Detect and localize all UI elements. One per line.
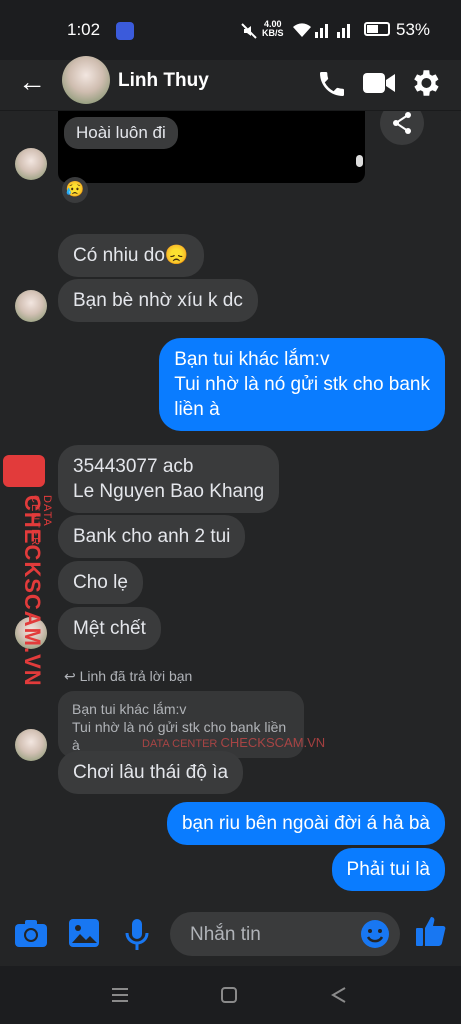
scroll-indicator: [356, 155, 363, 167]
avatar[interactable]: [15, 148, 47, 180]
phone-call-icon[interactable]: [316, 68, 348, 100]
clock: 1:02: [67, 20, 101, 39]
message-bubble[interactable]: Chơi lâu thái độ ìa: [58, 751, 244, 794]
reply-indicator: ↩ Linh đã trả lời bạn: [64, 668, 193, 684]
lock-icon: [3, 455, 45, 487]
message-bubble[interactable]: Cho lẹ: [58, 561, 143, 604]
battery-icon: [364, 22, 390, 36]
message-bubble[interactable]: Bạn tui khác lắm:v Tui nhờ là nó gửi stk…: [159, 338, 445, 431]
message-input[interactable]: Nhắn tin: [170, 912, 400, 956]
signal-icon: [315, 24, 350, 38]
message-bubble[interactable]: Hoài luôn đi: [64, 117, 178, 149]
avatar[interactable]: [15, 290, 47, 322]
composer-bar: Nhắn tin: [0, 900, 461, 966]
share-icon: [393, 112, 411, 134]
message-bubble[interactable]: bạn riu bên ngoài đời á hả bà: [166, 802, 445, 845]
back-arrow-icon[interactable]: ←: [18, 66, 46, 98]
system-nav-bar: [0, 966, 461, 1024]
battery-percent: 53%: [396, 20, 431, 39]
message-bubble[interactable]: 35443077 acb Le Nguyen Bao Khang: [58, 445, 280, 513]
message-bubble[interactable]: Có nhiu do😞: [58, 234, 204, 277]
thumbs-up-icon[interactable]: [414, 914, 448, 948]
reply-arrow-icon: ↩: [64, 668, 76, 684]
message-bubble[interactable]: Bạn bè nhờ xíu k dc: [58, 279, 258, 322]
message-list[interactable]: Hoài luôn đi 😥 Có nhiu do😞 Bạn bè nhờ xí…: [0, 111, 461, 900]
menu-icon[interactable]: [110, 986, 130, 1004]
emoji-icon[interactable]: [360, 919, 390, 949]
network-speed: 4.00 KB/S: [262, 19, 284, 38]
contact-name[interactable]: Linh Thuy: [118, 70, 209, 92]
contact-avatar[interactable]: [62, 56, 110, 104]
message-bubble[interactable]: Phải tui là: [331, 848, 445, 891]
camera-icon[interactable]: [14, 918, 48, 948]
home-icon[interactable]: [220, 986, 238, 1004]
chat-header: ← Linh Thuy: [0, 56, 461, 111]
screen-record-icon: [116, 22, 134, 40]
mute-icon: [241, 23, 257, 39]
settings-gear-icon[interactable]: [408, 66, 442, 100]
microphone-icon[interactable]: [124, 918, 150, 952]
message-bubble[interactable]: Bank cho anh 2 tui: [58, 515, 246, 558]
gallery-icon[interactable]: [68, 918, 100, 948]
avatar[interactable]: [15, 729, 47, 761]
share-button[interactable]: [380, 111, 424, 145]
video-call-icon[interactable]: [362, 68, 396, 98]
reaction-badge[interactable]: 😥: [62, 177, 88, 203]
shared-media-preview[interactable]: Hoài luôn đi: [58, 111, 365, 183]
wifi-icon: [293, 23, 311, 37]
watermark-small: DATA CENTER CHECKSCAM.VN: [142, 735, 326, 750]
message-bubble[interactable]: Mệt chết: [58, 607, 161, 650]
back-icon[interactable]: [330, 986, 348, 1004]
status-bar: 1:02 4.00 KB/S 53%: [0, 0, 461, 60]
